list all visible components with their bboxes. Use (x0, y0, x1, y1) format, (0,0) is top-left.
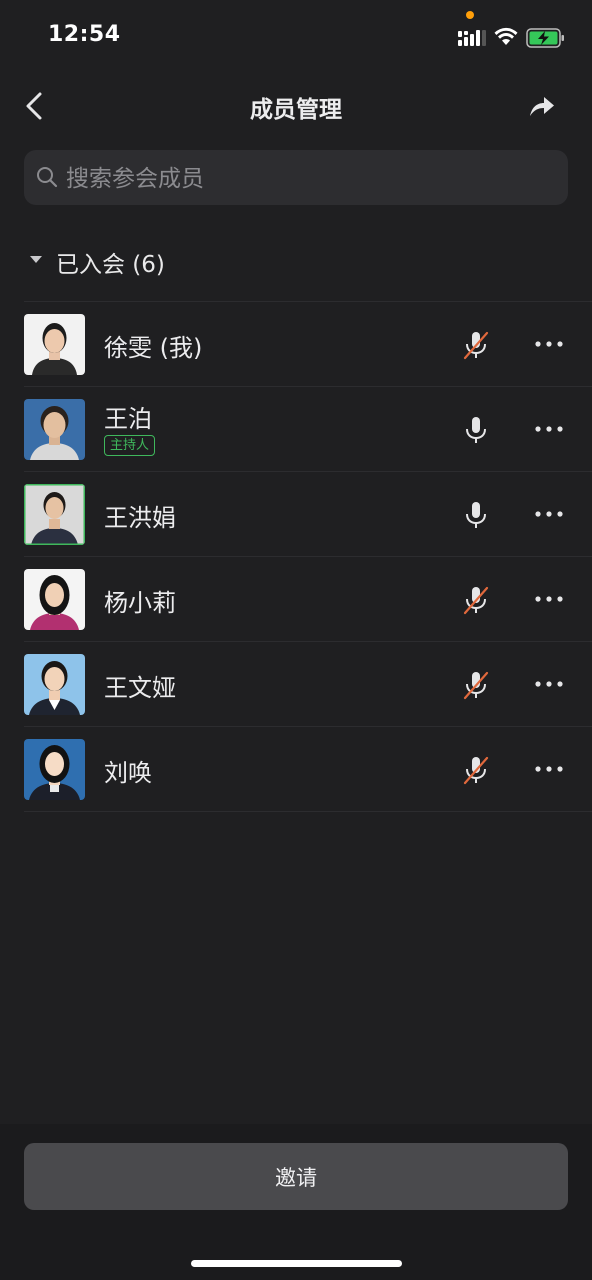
member-name: 徐雯 (我) (104, 334, 203, 362)
member-row[interactable]: 王洪娟 (0, 472, 592, 556)
member-name: 王洪娟 (104, 504, 176, 532)
privacy-indicator-dot (466, 11, 474, 19)
avatar-speaking (24, 484, 85, 545)
member-name: 王泊 (104, 405, 152, 433)
cellular-signal-icon (458, 30, 486, 46)
status-time: 12:54 (48, 22, 121, 47)
mic-muted-icon[interactable] (460, 584, 492, 616)
divider (24, 811, 592, 812)
caret-down-icon (30, 256, 42, 263)
avatar (24, 654, 85, 715)
more-options-icon[interactable] (532, 417, 566, 441)
search-icon (37, 167, 58, 188)
avatar (24, 314, 85, 375)
host-badge: 主持人 (104, 435, 156, 456)
battery-charging-icon (526, 28, 564, 48)
more-options-icon[interactable] (532, 757, 566, 781)
member-list: 徐雯 (我) 王泊 主持人 王洪娟 杨小莉 王文娅 刘唤 (0, 301, 592, 812)
member-row[interactable]: 刘唤 (0, 727, 592, 811)
joined-section-header[interactable]: 已入会 (6) (24, 240, 584, 280)
member-row[interactable]: 杨小莉 (0, 557, 592, 641)
member-name: 杨小莉 (104, 589, 176, 617)
member-row[interactable]: 王泊 主持人 (0, 387, 592, 471)
more-options-icon[interactable] (532, 672, 566, 696)
mic-muted-icon[interactable] (460, 754, 492, 786)
search-bar[interactable] (24, 150, 568, 207)
invite-button[interactable]: 邀请 (24, 1143, 568, 1210)
search-input[interactable] (64, 150, 548, 207)
mic-muted-icon[interactable] (460, 329, 492, 361)
member-row[interactable]: 徐雯 (我) (0, 302, 592, 386)
member-name: 刘唤 (104, 759, 152, 787)
more-options-icon[interactable] (532, 332, 566, 356)
home-indicator (191, 1260, 402, 1267)
mic-icon[interactable] (460, 414, 492, 446)
avatar (24, 569, 85, 630)
member-row[interactable]: 王文娅 (0, 642, 592, 726)
mic-muted-icon[interactable] (460, 669, 492, 701)
more-options-icon[interactable] (532, 502, 566, 526)
mic-icon[interactable] (460, 499, 492, 531)
avatar (24, 739, 85, 800)
status-bar: 12:54 (0, 0, 592, 76)
share-arrow-icon[interactable] (526, 90, 558, 122)
joined-section-label: 已入会 (6) (56, 252, 165, 278)
wifi-icon (494, 27, 518, 45)
more-options-icon[interactable] (532, 587, 566, 611)
nav-bar: 成员管理 (0, 76, 592, 136)
member-name: 王文娅 (104, 674, 176, 702)
avatar (24, 399, 85, 460)
page-title: 成员管理 (250, 97, 342, 123)
